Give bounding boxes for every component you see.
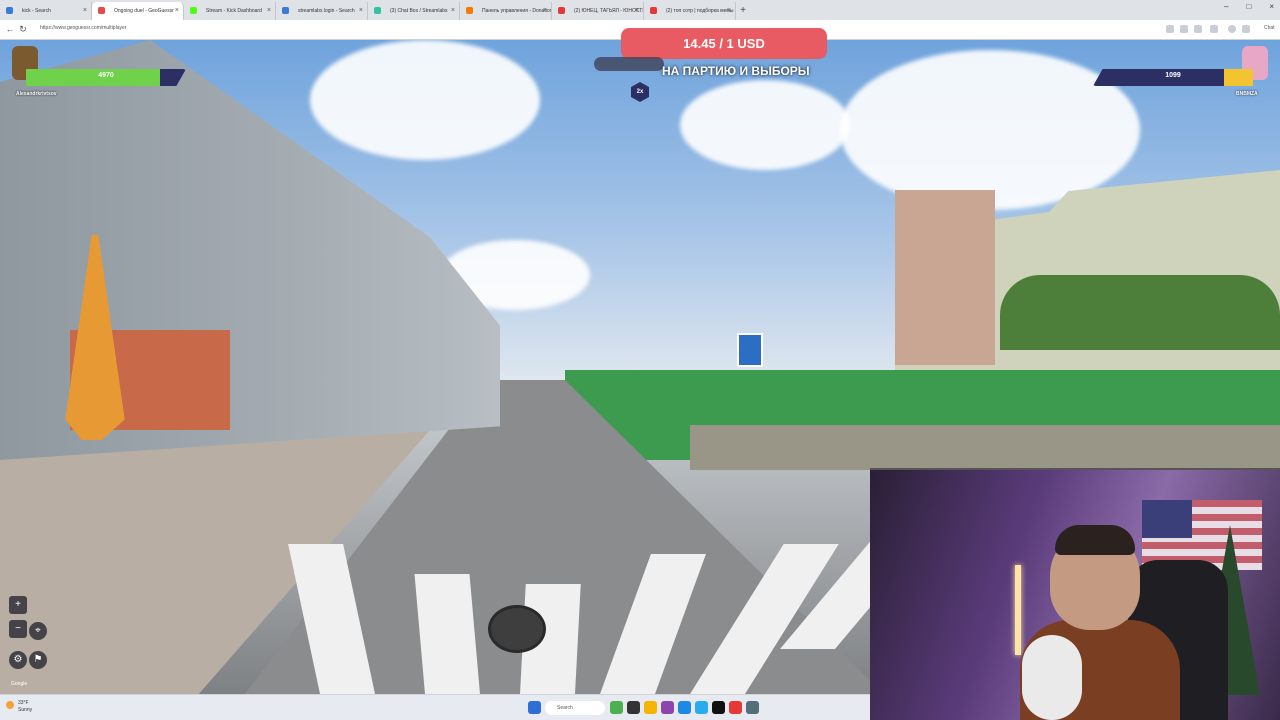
- cloud: [310, 40, 540, 160]
- manhole-cover: [488, 605, 546, 653]
- telegram-icon[interactable]: [695, 701, 708, 714]
- taskbar-search[interactable]: Search: [545, 701, 605, 715]
- apartment-building: [895, 190, 995, 365]
- window-controls: – □ ×: [1224, 2, 1274, 11]
- plush-toy: [1022, 635, 1082, 720]
- tab-label: Stream - Kick Dashboard: [206, 8, 262, 14]
- tab-close-icon[interactable]: ×: [175, 2, 179, 20]
- browser-tab[interactable]: (2) ЮНЕЦ, ТАГЬЯЛ - ЮНОСТЬ В ×: [552, 2, 644, 20]
- refresh-icon[interactable]: ↻: [17, 23, 29, 35]
- browser-tab[interactable]: (3) Chat Box / Streamlabs ×: [368, 2, 460, 20]
- tab-label: (2) ЮНЕЦ, ТАГЬЯЛ - ЮНОСТЬ В: [574, 8, 644, 14]
- favicon-icon: [282, 7, 289, 14]
- favicon-icon: [650, 7, 657, 14]
- crosswalk-sign: [737, 333, 763, 367]
- favicon-icon: [98, 7, 105, 14]
- tab-label: Ongoing duel - GeoGuessr: [114, 8, 174, 14]
- tab-label: Панель управления - DonationA: [482, 8, 552, 14]
- tab-close-icon[interactable]: ×: [359, 2, 363, 20]
- obs-icon[interactable]: [712, 701, 725, 714]
- settings-icon[interactable]: [746, 701, 759, 714]
- extension-icon[interactable]: [1166, 25, 1174, 33]
- tab-label: (2) топ сотр | подборка мемы: [666, 8, 734, 14]
- extension-icon[interactable]: [1210, 25, 1218, 33]
- player-right-health: 1099: [1165, 72, 1181, 79]
- app-icon[interactable]: [729, 701, 742, 714]
- favicon-icon: [190, 7, 197, 14]
- round-indicator: [594, 57, 664, 71]
- tab-close-icon[interactable]: ×: [267, 2, 271, 20]
- minimize-button[interactable]: –: [1224, 2, 1228, 11]
- webcam-overlay: [870, 468, 1280, 720]
- player-right-name: BNBMZA: [1236, 91, 1258, 97]
- new-tab-button[interactable]: +: [736, 2, 750, 20]
- favicon-icon: [374, 7, 381, 14]
- browser-tab[interactable]: (2) топ сотр | подборка мемы ×: [644, 2, 736, 20]
- crosswalk-stripe: [414, 574, 480, 694]
- file-explorer-icon[interactable]: [644, 701, 657, 714]
- zoom-out-button[interactable]: −: [9, 620, 27, 638]
- zoom-in-button[interactable]: +: [9, 596, 27, 614]
- cloud: [680, 80, 850, 170]
- tab-close-icon[interactable]: ×: [83, 2, 87, 20]
- donation-price-banner: 14.45 / 1 USD: [621, 28, 827, 59]
- close-window-button[interactable]: ×: [1269, 2, 1274, 11]
- announcement-text: НА ПАРТИЮ И ВЫБОРЫ: [662, 64, 810, 78]
- weather-widget[interactable]: 33°F Sunny: [18, 700, 32, 714]
- menu-icon[interactable]: [1242, 25, 1250, 33]
- maximize-button[interactable]: □: [1246, 2, 1251, 11]
- tab-close-icon[interactable]: ×: [451, 2, 455, 20]
- tab-close-icon[interactable]: ×: [727, 2, 731, 20]
- app-icon[interactable]: [627, 701, 640, 714]
- favicon-icon: [558, 7, 565, 14]
- stone-wall: [690, 425, 1280, 470]
- settings-icon[interactable]: ⚙: [9, 651, 27, 669]
- windows-taskbar: 33°F Sunny Search: [0, 694, 870, 720]
- fairy-lights: [1015, 565, 1021, 655]
- browser-tab[interactable]: kick - Search ×: [0, 2, 92, 20]
- browser-tab[interactable]: Stream - Kick Dashboard ×: [184, 2, 276, 20]
- player-right-health-bar: 1099: [1093, 69, 1253, 86]
- tab-label: streamlabs login - Search: [298, 8, 355, 14]
- back-icon[interactable]: ←: [4, 23, 16, 35]
- player-left-health: 4970: [98, 72, 114, 79]
- app-icon[interactable]: [661, 701, 674, 714]
- tab-label: kick - Search: [22, 8, 51, 14]
- url-field[interactable]: https://www.geoguessr.com/multiplayer: [40, 25, 126, 31]
- favicon-icon: [6, 7, 13, 14]
- browser-tab-bar: kick - Search × Ongoing duel - GeoGuessr × S…: [0, 0, 1280, 20]
- player-left-health-bar: 4970: [26, 69, 186, 86]
- weather-icon[interactable]: [6, 701, 14, 709]
- start-icon[interactable]: [528, 701, 541, 714]
- browser-tab[interactable]: Ongoing duel - GeoGuessr ×: [92, 2, 184, 20]
- app-icon[interactable]: [610, 701, 623, 714]
- cloud: [840, 50, 1140, 210]
- tab-label: (3) Chat Box / Streamlabs: [390, 8, 448, 14]
- copilot-label[interactable]: Chat: [1264, 25, 1275, 31]
- tab-close-icon[interactable]: ×: [635, 2, 639, 20]
- weather-desc: Sunny: [18, 707, 33, 713]
- weather-temp: 33°F: [18, 700, 29, 706]
- tab-close-icon[interactable]: ×: [543, 2, 547, 20]
- player-left-name: Alexandrkrivtsov: [16, 91, 57, 97]
- hedge: [1000, 275, 1280, 350]
- browser-tab[interactable]: Панель управления - DonationA ×: [460, 2, 552, 20]
- extension-icon[interactable]: [1180, 25, 1188, 33]
- browser-tab[interactable]: streamlabs login - Search ×: [276, 2, 368, 20]
- map-pin-icon[interactable]: ⌖: [29, 622, 47, 640]
- google-logo: Google: [11, 681, 28, 687]
- edge-icon[interactable]: [678, 701, 691, 714]
- streamer-hair: [1055, 525, 1135, 555]
- extension-icon[interactable]: [1194, 25, 1202, 33]
- flag-icon[interactable]: ⚑: [29, 651, 47, 669]
- profile-avatar[interactable]: [1228, 25, 1236, 33]
- favicon-icon: [466, 7, 473, 14]
